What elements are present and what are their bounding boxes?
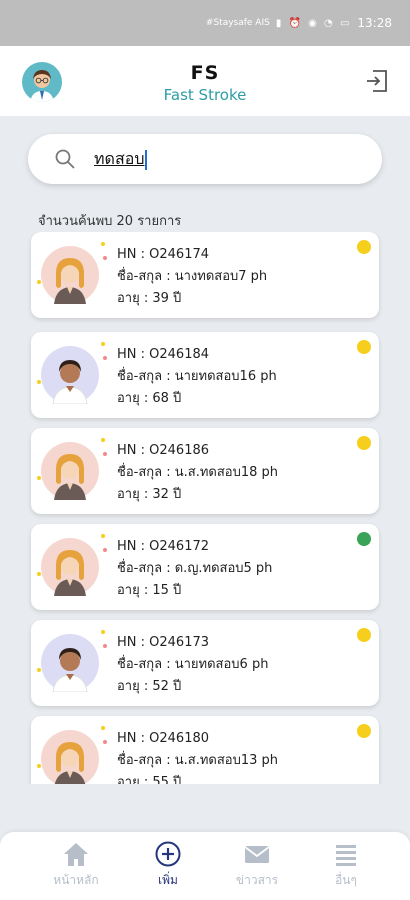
patient-info: HN : O246172 ชื่อ-สกุล : ด.ญ.ทดสอบ5 ph อ… [117, 536, 272, 602]
patient-hn: HN : O246186 [117, 443, 210, 458]
status-indicator [357, 532, 371, 546]
patient-hn: HN : O246184 [117, 347, 210, 362]
result-count: จำนวนค้นพบ 20 รายการ [38, 214, 182, 229]
status-indicator [357, 436, 371, 450]
patient-age: อายุ : 32 ปี [117, 487, 182, 502]
status-indicator [357, 240, 371, 254]
patient-avatar [37, 242, 107, 304]
bottom-nav: หน้าหลัก เพิ่ม ข่าวสาร อื่นๆ [0, 832, 410, 900]
patient-hn: HN : O246173 [117, 635, 210, 650]
mail-icon [244, 846, 270, 863]
patient-card[interactable]: HN : O246180 ชื่อ-สกุล : น.ส.ทดสอบ13 ph … [31, 716, 379, 784]
menu-icon [336, 845, 356, 866]
status-indicator [357, 724, 371, 738]
patient-avatar [37, 534, 107, 596]
patient-name: ชื่อ-สกุล : น.ส.ทดสอบ18 ph [117, 465, 278, 480]
nav-add-label: เพิ่ม [158, 873, 178, 887]
clock: 13:28 [357, 16, 392, 30]
patient-name: ชื่อ-สกุล : น.ส.ทดสอบ13 ph [117, 753, 278, 768]
patient-age: อายุ : 55 ปี [117, 775, 182, 784]
status-indicator [357, 628, 371, 642]
female-patient-icon [54, 550, 86, 596]
patient-name: ชื่อ-สกุล : นายทดสอบ6 ph [117, 657, 269, 672]
patient-card[interactable]: HN : O246184 ชื่อ-สกุล : นายทดสอบ16 ph อ… [31, 332, 379, 418]
nav-add[interactable]: เพิ่ม [128, 840, 208, 890]
female-patient-icon [54, 742, 86, 784]
patient-info: HN : O246180 ชื่อ-สกุล : น.ส.ทดสอบ13 ph … [117, 728, 278, 784]
add-circle-icon [155, 841, 181, 867]
nav-home-label: หน้าหลัก [53, 873, 99, 887]
patient-avatar [37, 726, 107, 784]
patient-hn: HN : O246174 [117, 247, 210, 262]
patient-avatar [37, 438, 107, 500]
status-bar: #Staysafe AIS ▮ ⏰ ◉ ◔ ▭ 13:28 [0, 0, 410, 46]
male-patient-icon [52, 648, 88, 692]
patient-card[interactable]: HN : O246172 ชื่อ-สกุล : ด.ญ.ทดสอบ5 ph อ… [31, 524, 379, 610]
app-header: FS Fast Stroke [0, 46, 410, 116]
patient-info: HN : O246186 ชื่อ-สกุล : น.ส.ทดสอบ18 ph … [117, 440, 278, 506]
patient-name: ชื่อ-สกุล : นางทดสอบ7 ph [117, 269, 268, 284]
search-input[interactable]: ทดสอบ [94, 147, 148, 172]
carrier-label: #Staysafe AIS [205, 18, 270, 28]
search-value: ทดสอบ [94, 149, 145, 168]
patient-avatar [37, 342, 107, 404]
search-icon [55, 149, 75, 169]
patient-age: อายุ : 39 ปี [117, 291, 182, 306]
nav-news-label: ข่าวสาร [235, 873, 279, 887]
patient-avatar [37, 630, 107, 692]
patient-info: HN : O246174 ชื่อ-สกุล : นางทดสอบ7 ph อา… [117, 244, 267, 310]
nav-more-label: อื่นๆ [335, 873, 357, 887]
patient-info: HN : O246184 ชื่อ-สกุล : นายทดสอบ16 ph อ… [117, 344, 277, 410]
patient-age: อายุ : 68 ปี [117, 391, 182, 406]
patient-age: อายุ : 52 ปี [117, 679, 182, 694]
patient-name: ชื่อ-สกุล : นายทดสอบ16 ph [117, 369, 277, 384]
logout-icon [367, 70, 387, 92]
nav-news[interactable]: ข่าวสาร [217, 840, 297, 890]
app-title: FS [190, 62, 220, 84]
female-patient-icon [54, 454, 86, 500]
patient-card[interactable]: HN : O246186 ชื่อ-สกุล : น.ส.ทดสอบ18 ph … [31, 428, 379, 514]
patient-name: ชื่อ-สกุล : ด.ญ.ทดสอบ5 ph [117, 561, 273, 576]
patient-list[interactable]: HN : O246174 ชื่อ-สกุล : นางทดสอบ7 ph อา… [0, 232, 410, 784]
app-subtitle: Fast Stroke [163, 86, 247, 104]
home-icon [64, 843, 88, 866]
patient-card[interactable]: HN : O246173 ชื่อ-สกุล : นายทดสอบ6 ph อา… [31, 620, 379, 706]
nav-more[interactable]: อื่นๆ [306, 840, 386, 890]
patient-card[interactable]: HN : O246174 ชื่อ-สกุล : นางทดสอบ7 ph อา… [31, 232, 379, 318]
male-patient-icon [52, 360, 88, 404]
logout-button[interactable] [364, 68, 390, 94]
text-caret [145, 149, 148, 170]
status-indicator [357, 340, 371, 354]
patient-age: อายุ : 15 ปี [117, 583, 182, 598]
female-patient-icon [54, 258, 86, 304]
patient-hn: HN : O246172 [117, 539, 210, 554]
patient-hn: HN : O246180 [117, 731, 210, 746]
patient-info: HN : O246173 ชื่อ-สกุล : นายทดสอบ6 ph อา… [117, 632, 268, 698]
status-icons: ▮ ⏰ ◉ ◔ ▭ [275, 17, 352, 29]
search-bar[interactable]: ทดสอบ [28, 134, 382, 184]
nav-home[interactable]: หน้าหลัก [36, 840, 116, 890]
